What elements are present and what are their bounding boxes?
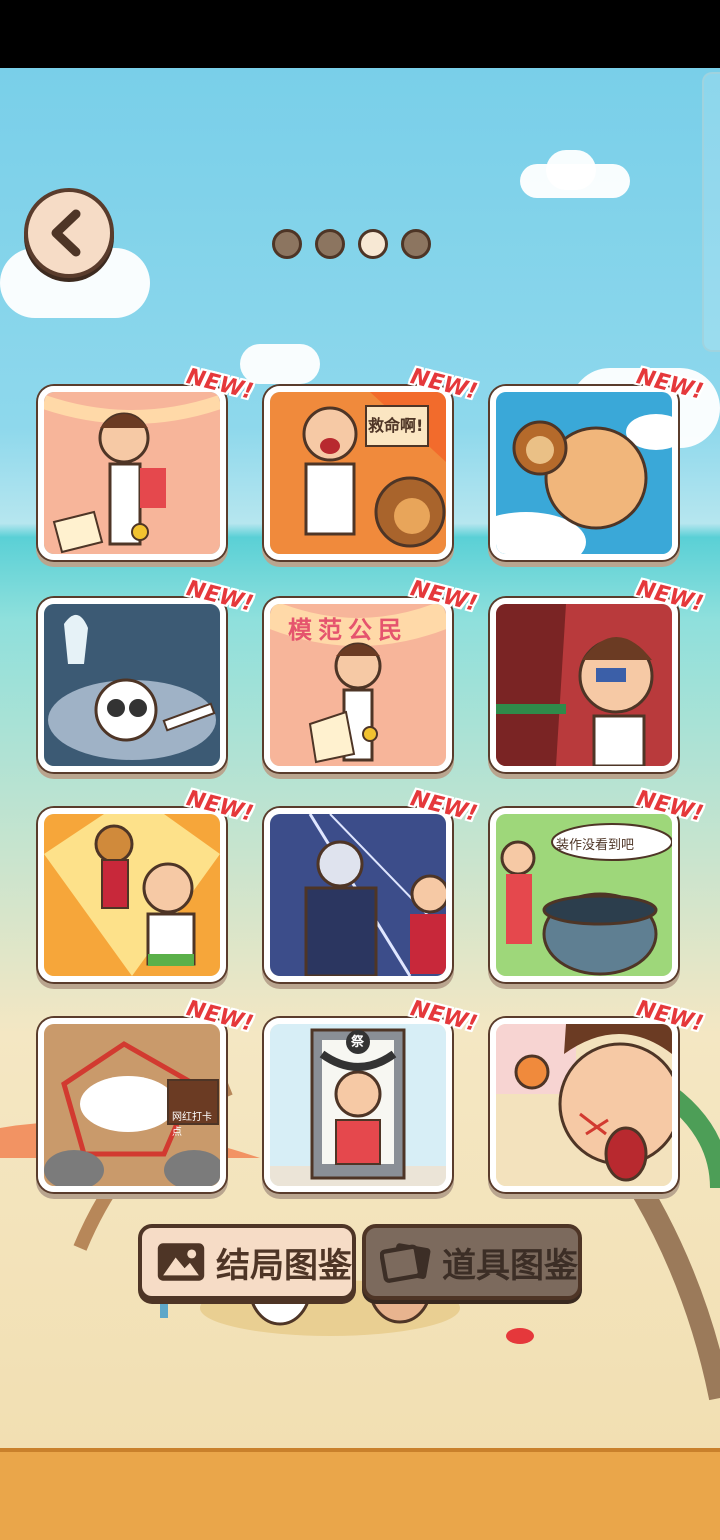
ending-card-11[interactable]: 祭 — [264, 1018, 452, 1192]
ending-illustration — [496, 1024, 672, 1186]
ending-card-5[interactable]: 模范公民 — [264, 598, 452, 772]
items-gallery-tab[interactable]: 道具图鉴 — [362, 1224, 582, 1300]
ending-illustration — [496, 392, 672, 554]
endings-gallery-tab[interactable]: 结局图鉴 — [138, 1224, 356, 1300]
ending-illustration — [44, 604, 220, 766]
status-bar — [0, 0, 720, 68]
ending-card-7[interactable] — [38, 808, 226, 982]
ending-illustration — [44, 1024, 220, 1186]
ending-illustration — [44, 814, 220, 976]
page-dot[interactable] — [401, 229, 431, 259]
cloud — [546, 150, 596, 190]
chevron-left-icon — [51, 209, 81, 257]
page-dot[interactable] — [272, 229, 302, 259]
endings-tab-label: 结局图鉴 — [216, 1245, 352, 1286]
ending-card-10[interactable]: 网红打卡点 — [38, 1018, 226, 1192]
ending-card-2[interactable]: 救命啊! — [264, 386, 452, 560]
cloud — [240, 344, 320, 384]
bottom-bar — [0, 1448, 720, 1540]
page-dot-active[interactable] — [358, 229, 388, 259]
ending-card-3[interactable] — [490, 386, 678, 560]
back-button[interactable] — [24, 188, 114, 278]
ending-illustration — [496, 604, 672, 766]
ending-illustration — [270, 814, 446, 976]
ending-card-1[interactable] — [38, 386, 226, 560]
ending-card-4[interactable] — [38, 598, 226, 772]
page-dot[interactable] — [315, 229, 345, 259]
card-caption: 模范公民 — [288, 616, 408, 644]
ending-card-9[interactable]: 装作没看到吧 — [490, 808, 678, 982]
card-caption: 装作没看到吧 — [556, 838, 635, 853]
items-tab-label: 道具图鉴 — [442, 1245, 578, 1286]
page-indicator — [272, 229, 431, 259]
cards-icon — [380, 1243, 431, 1283]
card-caption: 网红打卡点 — [172, 1112, 212, 1138]
ending-card-8[interactable] — [264, 808, 452, 982]
ending-card-6[interactable] — [490, 598, 678, 772]
card-caption: 祭 — [351, 1035, 365, 1050]
ending-card-12[interactable] — [490, 1018, 678, 1192]
picture-icon — [157, 1243, 205, 1281]
card-caption: 救命啊! — [368, 416, 424, 435]
ending-illustration — [44, 392, 220, 554]
scroll-handle[interactable] — [702, 72, 720, 352]
